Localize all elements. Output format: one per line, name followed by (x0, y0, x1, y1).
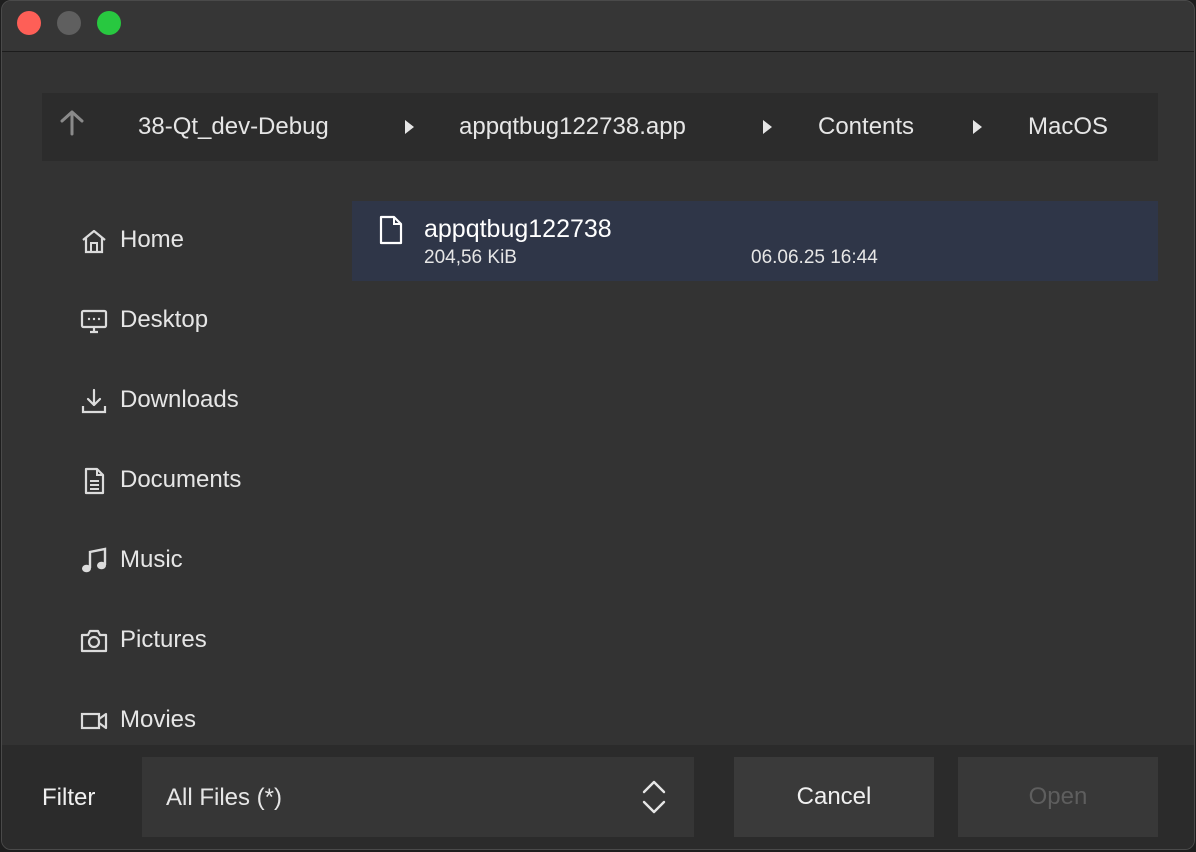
filter-selected-value: All Files (*) (166, 784, 283, 811)
file-dialog-window: 38-Qt_dev-Debug appqtbug122738.app Conte… (1, 0, 1195, 850)
breadcrumb-item[interactable]: appqtbug122738.app (459, 112, 686, 142)
places-sidebar: Home Desktop Downloads Documents Music P… (2, 201, 352, 745)
minimize-window-button[interactable] (57, 11, 81, 35)
dialog-content: 38-Qt_dev-Debug appqtbug122738.app Conte… (2, 52, 1194, 849)
file-name: appqtbug122738 (424, 215, 612, 243)
breadcrumb-item[interactable]: 38-Qt_dev-Debug (138, 112, 329, 142)
arrow-up-icon[interactable] (58, 109, 86, 137)
breadcrumb-item[interactable]: Contents (818, 112, 914, 142)
download-icon (81, 388, 107, 414)
video-icon (80, 712, 108, 730)
zoom-window-button[interactable] (97, 11, 121, 35)
filter-select[interactable]: All Files (*) (142, 757, 694, 837)
sidebar-item-label: Movies (120, 706, 197, 733)
sidebar-item-music[interactable]: Music (2, 521, 352, 601)
file-list: appqtbug122738 204,56 KiB 06.06.25 16:44 (352, 201, 1158, 745)
sidebar-item-downloads[interactable]: Downloads (2, 361, 352, 441)
sidebar-item-label: Pictures (120, 626, 207, 653)
sidebar-item-label: Desktop (120, 306, 209, 333)
file-icon (379, 215, 403, 245)
camera-icon (80, 629, 108, 653)
home-icon (82, 229, 106, 254)
chevron-up-down-icon (642, 780, 666, 814)
sidebar-item-home[interactable]: Home (2, 201, 352, 281)
breadcrumb-separator-icon (973, 120, 982, 134)
sidebar-item-documents[interactable]: Documents (2, 441, 352, 521)
sidebar-item-label: Downloads (120, 386, 239, 413)
document-icon (84, 467, 105, 495)
music-icon (82, 547, 107, 573)
breadcrumb-separator-icon (405, 120, 414, 134)
breadcrumb-item[interactable]: MacOS (1028, 112, 1108, 142)
sidebar-item-desktop[interactable]: Desktop (2, 281, 352, 361)
open-button[interactable]: Open (958, 757, 1158, 837)
sidebar-item-movies[interactable]: Movies (2, 681, 352, 745)
sidebar-item-label: Music (120, 546, 183, 573)
sidebar-item-pictures[interactable]: Pictures (2, 601, 352, 681)
cancel-button[interactable]: Cancel (734, 757, 934, 837)
file-row-selected[interactable]: appqtbug122738 204,56 KiB 06.06.25 16:44 (352, 201, 1158, 281)
file-modified-date: 06.06.25 16:44 (751, 247, 878, 268)
close-window-button[interactable] (17, 11, 41, 35)
desktop-icon (80, 309, 108, 334)
filter-label: Filter (42, 784, 96, 811)
sidebar-item-label: Home (120, 226, 185, 253)
title-bar (2, 1, 1194, 52)
file-size: 204,56 KiB (424, 247, 517, 268)
breadcrumb-separator-icon (763, 120, 772, 134)
sidebar-item-label: Documents (120, 466, 242, 493)
path-bar: 38-Qt_dev-Debug appqtbug122738.app Conte… (42, 93, 1158, 161)
dialog-footer: Filter All Files (*) Cancel Open (2, 745, 1194, 849)
